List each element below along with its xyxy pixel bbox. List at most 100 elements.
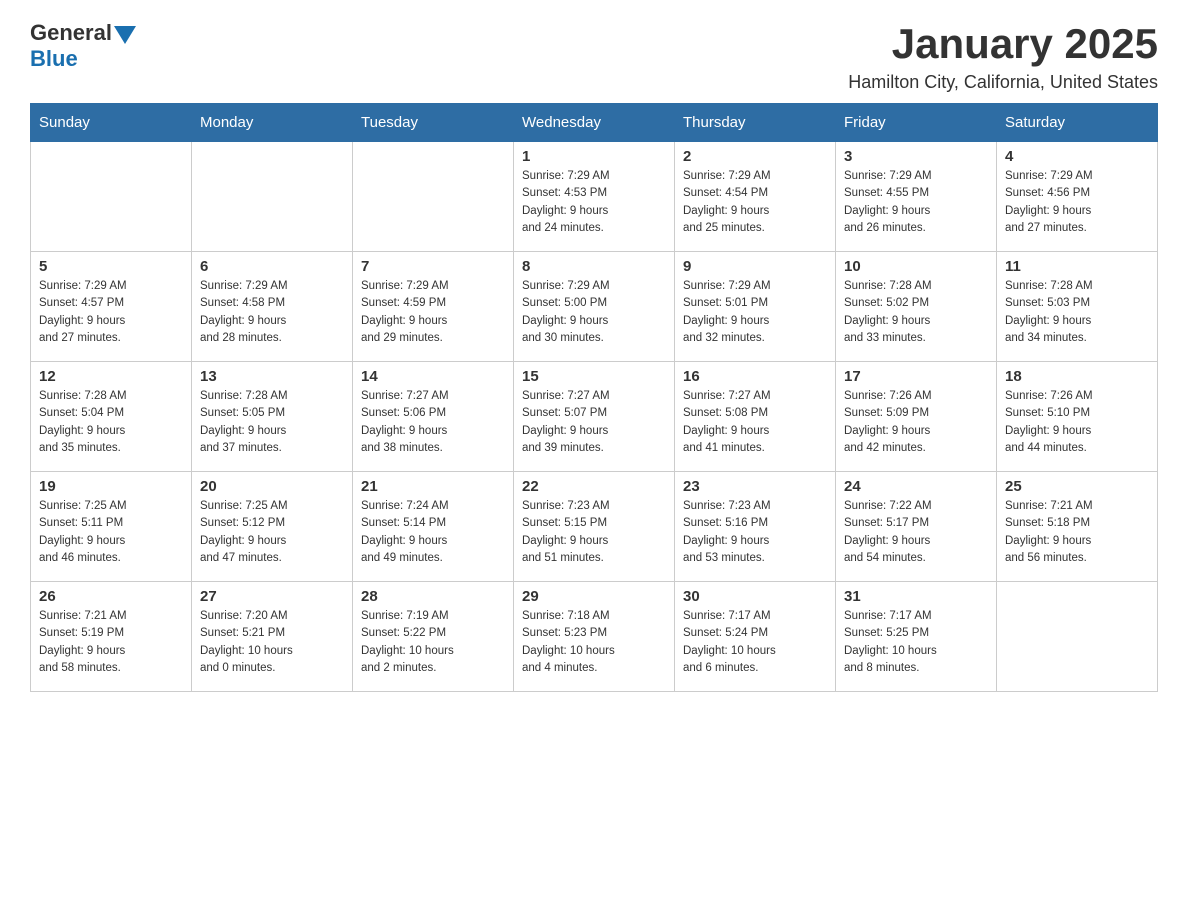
day-number: 4 xyxy=(1005,148,1149,165)
table-row: 28 Sunrise: 7:19 AMSunset: 5:22 PMDayligh… xyxy=(353,582,514,692)
table-row: 26 Sunrise: 7:21 AMSunset: 5:19 PMDayligh… xyxy=(31,582,192,692)
day-info: Sunrise: 7:19 AMSunset: 5:22 PMDaylight:… xyxy=(361,608,505,677)
table-row xyxy=(997,582,1158,692)
day-info: Sunrise: 7:29 AMSunset: 4:59 PMDaylight:… xyxy=(361,278,505,347)
logo-triangle-icon xyxy=(114,26,136,44)
title-section: January 2025 Hamilton City, California, … xyxy=(848,20,1158,93)
day-number: 15 xyxy=(522,368,666,385)
table-row: 10Sunrise: 7:28 AMSunset: 5:02 PMDayligh… xyxy=(836,252,997,362)
col-friday: Friday xyxy=(836,104,997,142)
day-number: 16 xyxy=(683,368,827,385)
table-row: 21 Sunrise: 7:24 AMSunset: 5:14 PMDayligh… xyxy=(353,472,514,582)
day-number: 13 xyxy=(200,368,344,385)
calendar-title: January 2025 xyxy=(848,20,1158,68)
day-number: 12 xyxy=(39,368,183,385)
day-number: 7 xyxy=(361,258,505,275)
calendar-header-row: Sunday Monday Tuesday Wednesday Thursday… xyxy=(31,104,1158,142)
day-info: Sunrise: 7:27 AMSunset: 5:06 PMDaylight:… xyxy=(361,388,505,457)
day-number: 8 xyxy=(522,258,666,275)
day-number: 28 xyxy=(361,588,505,605)
day-number: 22 xyxy=(522,478,666,495)
day-info: Sunrise: 7:28 AMSunset: 5:04 PMDaylight:… xyxy=(39,388,183,457)
day-info: Sunrise: 7:20 AMSunset: 5:21 PMDaylight:… xyxy=(200,608,344,677)
day-info: Sunrise: 7:28 AMSunset: 5:02 PMDaylight:… xyxy=(844,278,988,347)
table-row: 5Sunrise: 7:29 AMSunset: 4:57 PMDaylight… xyxy=(31,252,192,362)
table-row: 4 Sunrise: 7:29 AMSunset: 4:56 PMDaylight… xyxy=(997,142,1158,252)
day-number: 25 xyxy=(1005,478,1149,495)
col-wednesday: Wednesday xyxy=(514,104,675,142)
table-row: 17Sunrise: 7:26 AMSunset: 5:09 PMDayligh… xyxy=(836,362,997,472)
day-number: 1 xyxy=(522,148,666,165)
day-info: Sunrise: 7:24 AMSunset: 5:14 PMDaylight:… xyxy=(361,498,505,567)
table-row: 13 Sunrise: 7:28 AMSunset: 5:05 PMDayligh… xyxy=(192,362,353,472)
day-number: 21 xyxy=(361,478,505,495)
day-number: 9 xyxy=(683,258,827,275)
day-info: Sunrise: 7:17 AMSunset: 5:24 PMDaylight:… xyxy=(683,608,827,677)
day-info: Sunrise: 7:28 AMSunset: 5:03 PMDaylight:… xyxy=(1005,278,1149,347)
day-info: Sunrise: 7:29 AMSunset: 4:56 PMDaylight:… xyxy=(1005,168,1149,237)
col-sunday: Sunday xyxy=(31,104,192,142)
day-number: 3 xyxy=(844,148,988,165)
calendar-subtitle: Hamilton City, California, United States xyxy=(848,72,1158,93)
table-row: 27 Sunrise: 7:20 AMSunset: 5:21 PMDayligh… xyxy=(192,582,353,692)
day-number: 26 xyxy=(39,588,183,605)
day-number: 27 xyxy=(200,588,344,605)
day-info: Sunrise: 7:21 AMSunset: 5:18 PMDaylight:… xyxy=(1005,498,1149,567)
day-number: 5 xyxy=(39,258,183,275)
day-info: Sunrise: 7:27 AMSunset: 5:07 PMDaylight:… xyxy=(522,388,666,457)
table-row: 16 Sunrise: 7:27 AMSunset: 5:08 PMDayligh… xyxy=(675,362,836,472)
day-number: 23 xyxy=(683,478,827,495)
day-info: Sunrise: 7:18 AMSunset: 5:23 PMDaylight:… xyxy=(522,608,666,677)
day-number: 11 xyxy=(1005,258,1149,275)
table-row: 6 Sunrise: 7:29 AMSunset: 4:58 PMDaylight… xyxy=(192,252,353,362)
logo-text-blue: Blue xyxy=(30,46,78,71)
calendar-week-row: 19Sunrise: 7:25 AMSunset: 5:11 PMDayligh… xyxy=(31,472,1158,582)
day-number: 31 xyxy=(844,588,988,605)
day-info: Sunrise: 7:26 AMSunset: 5:09 PMDaylight:… xyxy=(844,388,988,457)
calendar-week-row: 5Sunrise: 7:29 AMSunset: 4:57 PMDaylight… xyxy=(31,252,1158,362)
table-row: 20 Sunrise: 7:25 AMSunset: 5:12 PMDayligh… xyxy=(192,472,353,582)
table-row: 12 Sunrise: 7:28 AMSunset: 5:04 PMDayligh… xyxy=(31,362,192,472)
table-row: 19Sunrise: 7:25 AMSunset: 5:11 PMDayligh… xyxy=(31,472,192,582)
table-row xyxy=(353,142,514,252)
table-row xyxy=(31,142,192,252)
calendar-table: Sunday Monday Tuesday Wednesday Thursday… xyxy=(30,103,1158,692)
col-thursday: Thursday xyxy=(675,104,836,142)
table-row: 23Sunrise: 7:23 AMSunset: 5:16 PMDayligh… xyxy=(675,472,836,582)
page-header: General Blue January 2025 Hamilton City,… xyxy=(30,20,1158,93)
day-info: Sunrise: 7:17 AMSunset: 5:25 PMDaylight:… xyxy=(844,608,988,677)
calendar-week-row: 12 Sunrise: 7:28 AMSunset: 5:04 PMDayligh… xyxy=(31,362,1158,472)
day-info: Sunrise: 7:28 AMSunset: 5:05 PMDaylight:… xyxy=(200,388,344,457)
col-monday: Monday xyxy=(192,104,353,142)
table-row: 3 Sunrise: 7:29 AMSunset: 4:55 PMDaylight… xyxy=(836,142,997,252)
day-number: 30 xyxy=(683,588,827,605)
table-row: 30 Sunrise: 7:17 AMSunset: 5:24 PMDayligh… xyxy=(675,582,836,692)
table-row: 25 Sunrise: 7:21 AMSunset: 5:18 PMDayligh… xyxy=(997,472,1158,582)
table-row: 2Sunrise: 7:29 AMSunset: 4:54 PMDaylight… xyxy=(675,142,836,252)
day-info: Sunrise: 7:26 AMSunset: 5:10 PMDaylight:… xyxy=(1005,388,1149,457)
col-saturday: Saturday xyxy=(997,104,1158,142)
day-info: Sunrise: 7:21 AMSunset: 5:19 PMDaylight:… xyxy=(39,608,183,677)
day-info: Sunrise: 7:22 AMSunset: 5:17 PMDaylight:… xyxy=(844,498,988,567)
day-info: Sunrise: 7:29 AMSunset: 4:54 PMDaylight:… xyxy=(683,168,827,237)
table-row: 11 Sunrise: 7:28 AMSunset: 5:03 PMDayligh… xyxy=(997,252,1158,362)
day-number: 6 xyxy=(200,258,344,275)
calendar-body: 1Sunrise: 7:29 AMSunset: 4:53 PMDaylight… xyxy=(31,142,1158,692)
table-row: 22Sunrise: 7:23 AMSunset: 5:15 PMDayligh… xyxy=(514,472,675,582)
day-info: Sunrise: 7:29 AMSunset: 5:00 PMDaylight:… xyxy=(522,278,666,347)
table-row: 14Sunrise: 7:27 AMSunset: 5:06 PMDayligh… xyxy=(353,362,514,472)
day-info: Sunrise: 7:25 AMSunset: 5:11 PMDaylight:… xyxy=(39,498,183,567)
calendar-week-row: 1Sunrise: 7:29 AMSunset: 4:53 PMDaylight… xyxy=(31,142,1158,252)
logo-text-general: General xyxy=(30,20,112,46)
day-info: Sunrise: 7:25 AMSunset: 5:12 PMDaylight:… xyxy=(200,498,344,567)
day-number: 18 xyxy=(1005,368,1149,385)
table-row: 29Sunrise: 7:18 AMSunset: 5:23 PMDayligh… xyxy=(514,582,675,692)
day-number: 20 xyxy=(200,478,344,495)
day-info: Sunrise: 7:27 AMSunset: 5:08 PMDaylight:… xyxy=(683,388,827,457)
day-info: Sunrise: 7:29 AMSunset: 4:55 PMDaylight:… xyxy=(844,168,988,237)
calendar-week-row: 26 Sunrise: 7:21 AMSunset: 5:19 PMDayligh… xyxy=(31,582,1158,692)
table-row: 24Sunrise: 7:22 AMSunset: 5:17 PMDayligh… xyxy=(836,472,997,582)
table-row xyxy=(192,142,353,252)
table-row: 18 Sunrise: 7:26 AMSunset: 5:10 PMDayligh… xyxy=(997,362,1158,472)
day-info: Sunrise: 7:29 AMSunset: 4:58 PMDaylight:… xyxy=(200,278,344,347)
